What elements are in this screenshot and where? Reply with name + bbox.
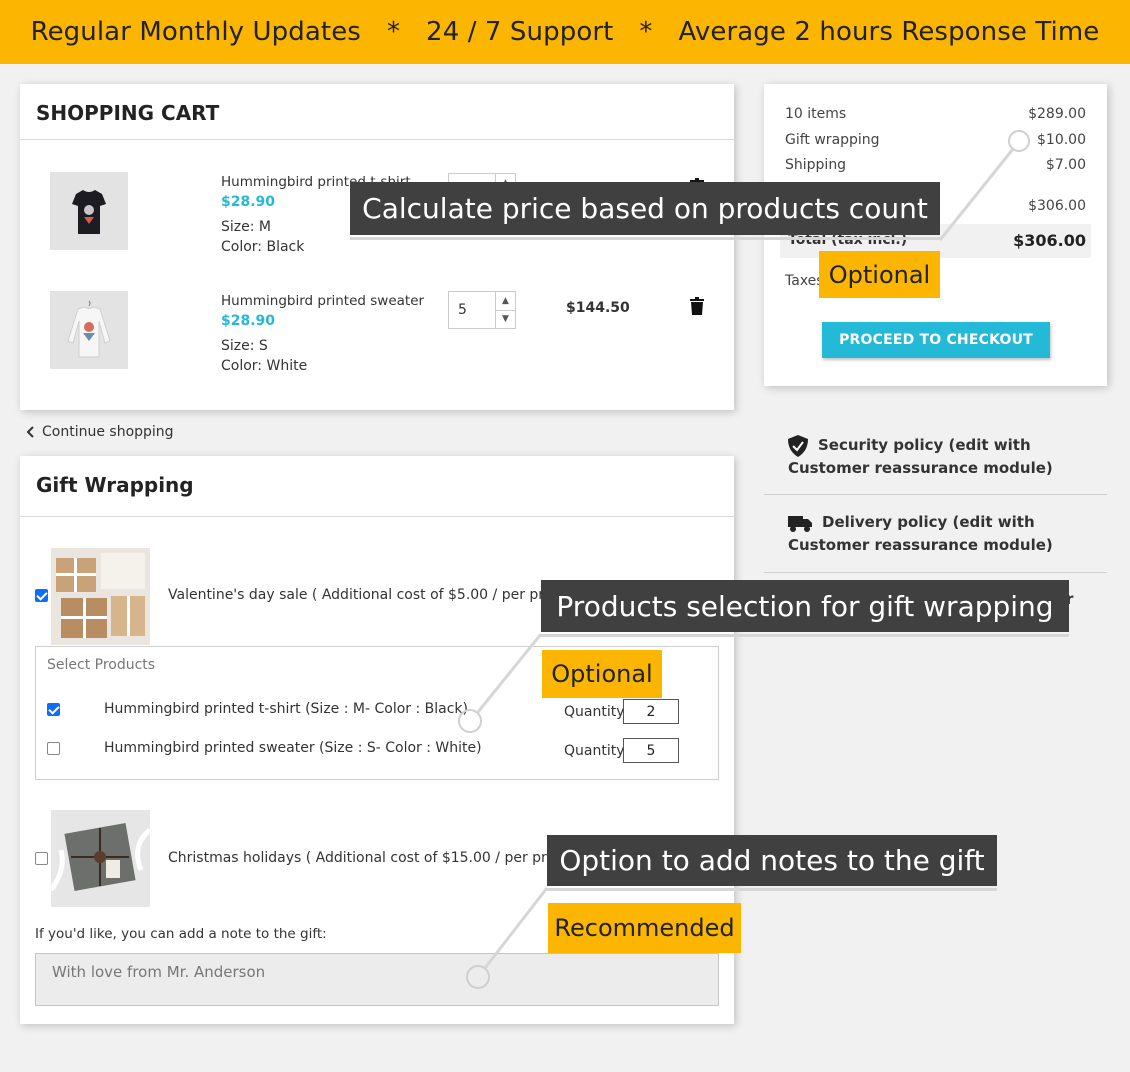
- banner-response: Average 2 hours Response Time: [678, 17, 1100, 47]
- summary-shipping-value: $7.00: [1045, 157, 1086, 173]
- annotation-tag: Optional: [542, 650, 662, 698]
- annotation-callout: Products selection for gift wrapping: [541, 580, 1069, 632]
- continue-shopping-link[interactable]: Continue shopping: [26, 424, 174, 440]
- gift-option-image: [51, 810, 150, 907]
- divider: [20, 516, 734, 517]
- annotation-underline: [350, 237, 940, 240]
- summary-gift-label: Gift wrapping: [785, 132, 880, 148]
- chevron-left-icon: [26, 426, 34, 438]
- top-banner: Regular Monthly Updates * 24 / 7 Support…: [0, 0, 1130, 64]
- product-thumbnail-sweater[interactable]: [50, 291, 128, 369]
- cart-line-total: $144.50: [566, 300, 630, 316]
- truck-icon: [788, 515, 812, 532]
- cart-item-price: $28.90: [221, 313, 276, 329]
- proceed-to-checkout-button[interactable]: PROCEED TO CHECKOUT: [822, 322, 1050, 358]
- summary-items-label: 10 items: [785, 106, 847, 122]
- reassurance-security: Security policy (edit with Customer reas…: [764, 434, 1107, 480]
- annotation-tag: Optional: [819, 251, 940, 298]
- gift-product-label[interactable]: Hummingbird printed sweater (Size : S- C…: [104, 740, 482, 756]
- banner-separator: *: [639, 17, 653, 47]
- quantity-label: Quantity: [564, 743, 625, 759]
- annotation-underline: [547, 888, 997, 891]
- annotation-tag: Recommended: [548, 903, 741, 953]
- cart-title: SHOPPING CART: [36, 101, 220, 125]
- chevron-up-icon[interactable]: ▲: [496, 292, 515, 310]
- cart-item-color: Color: Black: [221, 239, 305, 255]
- divider: [764, 572, 1107, 573]
- chevron-down-icon[interactable]: ▼: [496, 309, 515, 329]
- gift-product-label[interactable]: Hummingbird printed t-shirt (Size : M- C…: [104, 701, 468, 717]
- reassurance-delivery: Delivery policy (edit with Customer reas…: [764, 511, 1107, 557]
- shopping-cart-card: SHOPPING CART Hummingbird printed t-shir…: [20, 84, 734, 410]
- continue-shopping-label: Continue shopping: [42, 424, 174, 440]
- reassurance-text: Customer reassurance module): [788, 536, 1053, 554]
- gift-wrapping-title: Gift Wrapping: [36, 473, 194, 497]
- select-products-label: Select Products: [47, 657, 156, 673]
- gift-option-label[interactable]: Valentine's day sale ( Additional cost o…: [168, 587, 542, 603]
- annotation-underline: [541, 634, 1069, 637]
- gift-option-checkbox[interactable]: [35, 852, 48, 865]
- annotation-callout: Calculate price based on products count: [350, 182, 940, 235]
- shield-icon: [788, 434, 808, 457]
- cart-summary-card: 10 items $289.00 Gift wrapping $10.00 Sh…: [764, 84, 1107, 386]
- banner-support: 24 / 7 Support: [426, 17, 614, 47]
- gift-note-textarea[interactable]: With love from Mr. Anderson: [35, 953, 719, 1006]
- summary-taxes-label: Taxes: [785, 273, 824, 289]
- gift-option-image: [51, 548, 150, 645]
- product-checkbox[interactable]: [47, 742, 60, 755]
- reassurance-text: Customer reassurance module): [788, 459, 1053, 477]
- product-thumbnail-tshirt[interactable]: [50, 172, 128, 250]
- cart-item-name[interactable]: Hummingbird printed sweater: [221, 293, 424, 309]
- gift-option-checkbox[interactable]: [35, 589, 48, 602]
- cart-item-color: Color: White: [221, 358, 308, 374]
- reassurance-text: Security policy (edit with: [818, 436, 1031, 454]
- summary-items-value: $289.00: [1028, 106, 1086, 122]
- quantity-stepper[interactable]: ▲▼: [448, 291, 516, 329]
- trash-icon[interactable]: [690, 297, 704, 315]
- summary-total-value: $306.00: [1013, 231, 1086, 250]
- quantity-input[interactable]: [449, 292, 495, 328]
- summary-gift-value: $10.00: [1037, 132, 1086, 148]
- gift-option-label[interactable]: Christmas holidays ( Additional cost of …: [168, 850, 548, 866]
- annotation-callout: Option to add notes to the gift: [547, 835, 997, 886]
- summary-subtotal-value: $306.00: [1028, 198, 1086, 214]
- product-checkbox[interactable]: [47, 703, 60, 716]
- cart-item-size: Size: M: [221, 219, 271, 235]
- banner-separator: *: [386, 17, 401, 47]
- reassurance-text: Delivery policy (edit with: [822, 513, 1035, 531]
- cart-item-size: Size: S: [221, 338, 268, 354]
- quantity-input[interactable]: 5: [623, 738, 679, 763]
- quantity-input[interactable]: 2: [623, 699, 679, 724]
- banner-updates: Regular Monthly Updates: [30, 17, 361, 47]
- divider: [764, 494, 1107, 495]
- divider: [20, 139, 734, 140]
- summary-shipping-label: Shipping: [785, 157, 847, 173]
- gift-note-label: If you'd like, you can add a note to the…: [35, 926, 327, 942]
- cart-item-price: $28.90: [221, 194, 276, 210]
- quantity-label: Quantity: [564, 704, 625, 720]
